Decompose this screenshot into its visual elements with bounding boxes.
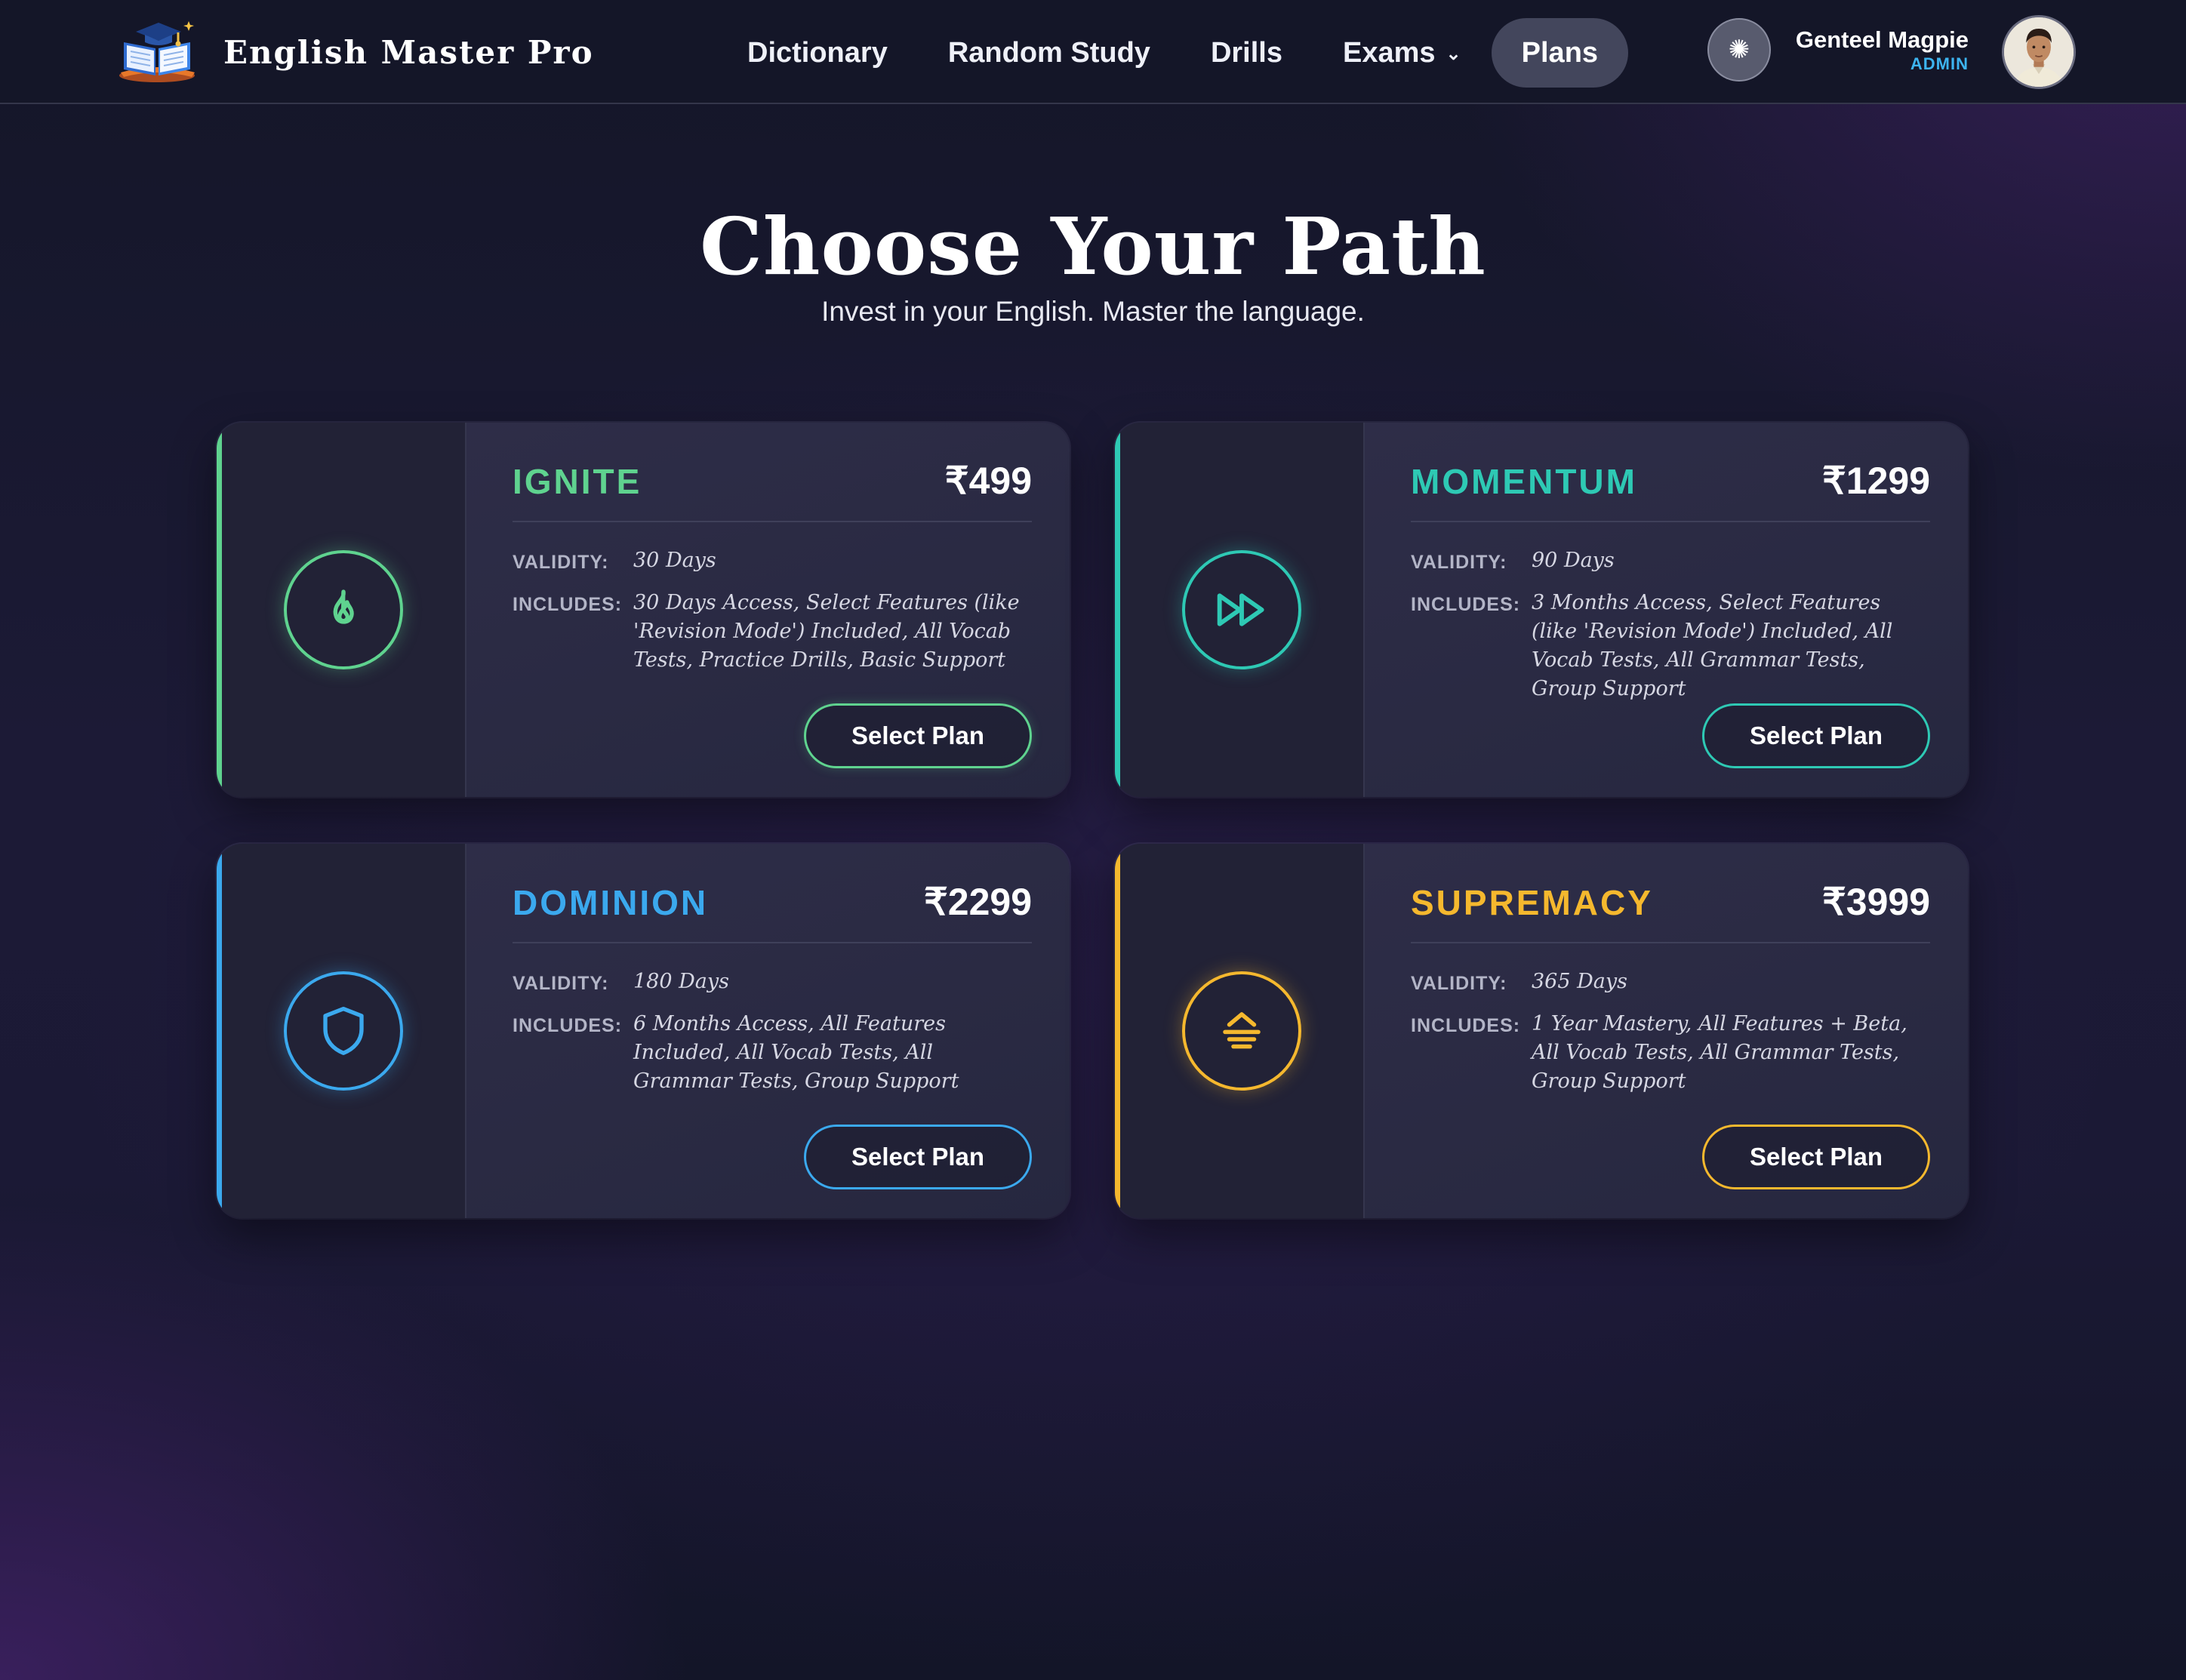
includes-label: INCLUDES: <box>1411 594 1521 615</box>
divider <box>1411 942 1930 943</box>
plan-details: MOMENTUM ₹1299 VALIDITY: 90 Days INCLUDE… <box>1411 423 1930 797</box>
plan-price: ₹3999 <box>1821 881 1930 923</box>
sun-icon: ✺ <box>1728 35 1750 65</box>
brand[interactable]: English Master Pro <box>113 17 594 88</box>
plan-details: DOMINION ₹2299 VALIDITY: 180 Days INCLUD… <box>513 844 1032 1218</box>
avatar[interactable] <box>2002 15 2076 89</box>
divider <box>513 521 1032 522</box>
plan-icon-panel <box>1120 844 1365 1218</box>
card-accent-bar <box>1115 423 1120 797</box>
card-accent-bar <box>1115 844 1120 1218</box>
select-plan-button-ignite[interactable]: Select Plan <box>804 703 1032 768</box>
includes-label: INCLUDES: <box>1411 1015 1521 1036</box>
plan-details: SUPREMACY ₹3999 VALIDITY: 365 Days INCLU… <box>1411 844 1930 1218</box>
includes-value: 30 Days Access, Select Features (like 'R… <box>633 591 1020 672</box>
validity-label: VALIDITY: <box>513 552 609 573</box>
user-avatar-icon <box>2004 17 2074 87</box>
plan-icon-panel <box>1120 423 1365 797</box>
card-accent-bar <box>217 423 222 797</box>
main-nav: Dictionary Random Study Drills Exams ⌄ Pl… <box>717 18 1629 88</box>
nav-drills[interactable]: Drills <box>1181 18 1313 88</box>
nav-drills-label: Drills <box>1210 37 1282 69</box>
includes-label: INCLUDES: <box>513 1015 623 1036</box>
chevron-down-icon: ⌄ <box>1446 43 1461 64</box>
select-plan-button-momentum[interactable]: Select Plan <box>1702 703 1930 768</box>
select-plan-button-supremacy[interactable]: Select Plan <box>1702 1125 1930 1189</box>
includes-row: INCLUDES: 3 Months Access, Select Featur… <box>1411 589 1930 703</box>
validity-value: 90 Days <box>1532 549 1615 572</box>
nav-plans[interactable]: Plans <box>1491 18 1629 88</box>
plan-icon-panel <box>222 844 466 1218</box>
divider <box>513 942 1032 943</box>
shield-icon <box>284 971 403 1091</box>
includes-value: 6 Months Access, All Features Included, … <box>633 1012 959 1093</box>
plan-name: SUPREMACY <box>1411 883 1653 922</box>
plan-price: ₹499 <box>944 460 1032 502</box>
includes-value: 1 Year Mastery, All Features + Beta, All… <box>1532 1012 1907 1093</box>
validity-row: VALIDITY: 30 Days <box>513 546 1032 577</box>
fast-forward-icon <box>1182 550 1301 669</box>
top-navbar: English Master Pro Dictionary Random Stu… <box>0 0 2186 104</box>
plan-name: DOMINION <box>513 883 709 922</box>
validity-value: 365 Days <box>1532 970 1627 993</box>
plan-card-dominion: DOMINION ₹2299 VALIDITY: 180 Days INCLUD… <box>217 844 1070 1218</box>
plan-price: ₹2299 <box>923 881 1032 923</box>
select-plan-button-dominion[interactable]: Select Plan <box>804 1125 1032 1189</box>
validity-value: 30 Days <box>633 549 716 572</box>
page-title: Choose Your Path <box>700 200 1486 293</box>
plan-name: IGNITE <box>513 462 642 501</box>
validity-row: VALIDITY: 180 Days <box>513 968 1032 998</box>
nav-random-study[interactable]: Random Study <box>918 18 1181 88</box>
validity-row: VALIDITY: 90 Days <box>1411 546 1930 577</box>
page-subtitle: Invest in your English. Master the langu… <box>821 296 1365 327</box>
includes-value: 3 Months Access, Select Features (like '… <box>1532 591 1893 700</box>
validity-label: VALIDITY: <box>513 973 609 994</box>
nav-dictionary-label: Dictionary <box>747 37 888 69</box>
theme-toggle-button[interactable]: ✺ <box>1707 18 1771 82</box>
plan-card-momentum: MOMENTUM ₹1299 VALIDITY: 90 Days INCLUDE… <box>1115 423 1968 797</box>
card-accent-bar <box>217 844 222 1218</box>
brand-title: English Master Pro <box>223 33 594 71</box>
validity-value: 180 Days <box>633 970 729 993</box>
includes-row: INCLUDES: 6 Months Access, All Features … <box>513 1010 1032 1096</box>
plan-price: ₹1299 <box>1821 460 1930 502</box>
plan-card-ignite: IGNITE ₹499 VALIDITY: 30 Days INCLUDES: … <box>217 423 1070 797</box>
plan-card-supremacy: SUPREMACY ₹3999 VALIDITY: 365 Days INCLU… <box>1115 844 1968 1218</box>
nav-random-study-label: Random Study <box>947 37 1150 69</box>
plan-name: MOMENTUM <box>1411 462 1637 501</box>
includes-row: INCLUDES: 1 Year Mastery, All Features +… <box>1411 1010 1930 1096</box>
divider <box>1411 521 1930 522</box>
flame-icon <box>284 550 403 669</box>
graduation-book-icon <box>119 21 195 82</box>
user-info: Genteel Magpie ADMIN <box>1796 26 1969 74</box>
validity-label: VALIDITY: <box>1411 973 1507 994</box>
user-name: Genteel Magpie <box>1795 26 1969 53</box>
nav-exams-dropdown[interactable]: Exams ⌄ <box>1313 18 1492 88</box>
plan-icon-panel <box>222 423 466 797</box>
includes-label: INCLUDES: <box>513 594 623 615</box>
user-role-badge: ADMIN <box>1910 54 1969 73</box>
nav-plans-label: Plans <box>1521 37 1599 69</box>
plan-details: IGNITE ₹499 VALIDITY: 30 Days INCLUDES: … <box>513 423 1032 797</box>
includes-row: INCLUDES: 30 Days Access, Select Feature… <box>513 589 1032 675</box>
validity-row: VALIDITY: 365 Days <box>1411 968 1930 998</box>
nav-dictionary[interactable]: Dictionary <box>717 18 918 88</box>
nav-exams-label: Exams <box>1343 37 1436 69</box>
validity-label: VALIDITY: <box>1411 552 1507 573</box>
chevron-up-stack-icon <box>1182 971 1301 1091</box>
